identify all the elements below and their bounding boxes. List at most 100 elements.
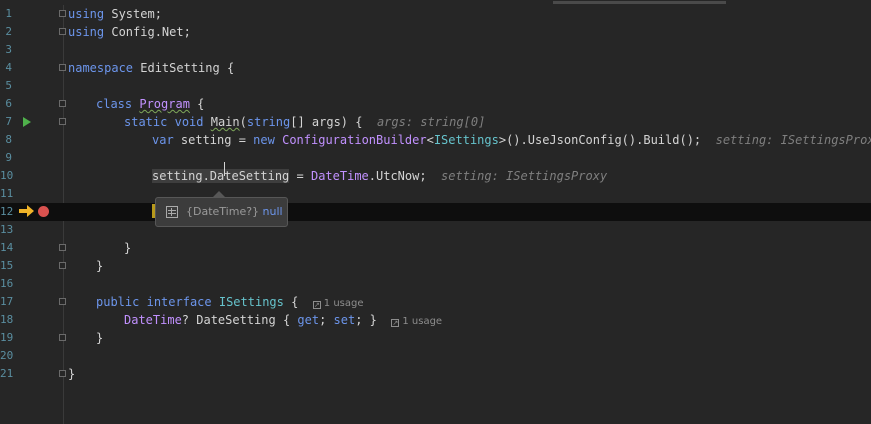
- fold-marker-icon[interactable]: [59, 244, 66, 251]
- keyword: using: [68, 25, 105, 39]
- keyword: void: [174, 115, 204, 129]
- keyword: class: [96, 97, 133, 111]
- line-number: 7: [5, 115, 12, 128]
- keyword: interface: [146, 295, 212, 309]
- usage-link-icon: ↗: [312, 301, 321, 309]
- code-line-8[interactable]: var setting = new ConfigurationBuilder<I…: [152, 131, 871, 149]
- line-number: 15: [0, 259, 14, 272]
- fold-marker-icon[interactable]: [59, 298, 66, 305]
- code-text: }: [96, 259, 104, 273]
- code-text: <: [426, 133, 434, 147]
- keyword: static: [124, 115, 168, 129]
- fold-marker-icon[interactable]: [59, 100, 66, 107]
- tooltip-value: null: [262, 205, 283, 218]
- breakpoint-icon[interactable]: [38, 206, 49, 217]
- code-text: {: [189, 97, 205, 111]
- code-text: ;: [319, 313, 334, 327]
- code-text: =: [289, 169, 311, 183]
- code-line-17[interactable]: public interface ISettings { ↗ 1 usage: [96, 293, 364, 313]
- usage-link-icon: ↗: [391, 319, 400, 327]
- code-line-4[interactable]: namespace EditSetting {: [68, 59, 234, 77]
- line-number: 8: [5, 133, 12, 146]
- fold-marker-icon[interactable]: [59, 334, 66, 341]
- inlay-hint: setting: ISettingsProxy: [715, 133, 871, 147]
- code-line-14[interactable]: }: [124, 239, 131, 257]
- table-icon[interactable]: [166, 206, 178, 218]
- fold-marker-icon[interactable]: [59, 64, 66, 71]
- line-number: 19: [0, 331, 14, 344]
- execution-arrow-icon: [19, 205, 34, 217]
- fold-marker-icon[interactable]: [59, 262, 66, 269]
- type-name[interactable]: DateTime: [124, 313, 182, 327]
- usage-hint[interactable]: ↗ 1 usage: [391, 316, 442, 327]
- usage-count: 1 usage: [402, 316, 443, 327]
- line-number: 3: [5, 43, 12, 56]
- type-name[interactable]: DateTime: [311, 169, 369, 183]
- interface-name[interactable]: ISettings: [219, 295, 284, 309]
- keyword: get: [297, 313, 320, 327]
- keyword: namespace: [68, 61, 134, 75]
- inlay-hint: args: string[0]: [376, 115, 486, 129]
- keyword: set: [333, 313, 356, 327]
- line-number: 14: [0, 241, 14, 254]
- usage-count: 1 usage: [323, 298, 364, 309]
- code-line-10[interactable]: setting.DateSetting = DateTime.UtcNow; s…: [152, 167, 607, 185]
- fold-marker-icon[interactable]: [59, 28, 66, 35]
- class-name[interactable]: ConfigurationBuilder: [282, 133, 427, 147]
- line-number: 9: [5, 151, 12, 164]
- line-number: 18: [0, 313, 14, 326]
- run-gutter-icon[interactable]: [23, 117, 31, 127]
- keyword: new: [253, 133, 275, 147]
- line-number: 11: [0, 187, 14, 200]
- line-number: 17: [0, 295, 14, 308]
- tooltip-type: {DateTime?}: [186, 205, 260, 218]
- class-name[interactable]: Program: [139, 97, 190, 111]
- code-text: setting =: [173, 133, 254, 147]
- scrollbar-thumb[interactable]: [553, 1, 726, 4]
- method-name[interactable]: Main: [211, 115, 240, 129]
- usage-hint[interactable]: ↗ 1 usage: [312, 298, 364, 309]
- fold-marker-icon[interactable]: [59, 118, 66, 125]
- code-text: ? DateSetting {: [181, 313, 298, 327]
- code-text: Config.Net;: [104, 25, 191, 39]
- line-number: 16: [0, 277, 14, 290]
- code-text: (: [239, 115, 247, 129]
- code-text: EditSetting {: [133, 61, 235, 75]
- text-cursor: [224, 162, 225, 176]
- selected-expression[interactable]: setting.DateSetting: [152, 169, 290, 183]
- code-text: ; }: [355, 313, 377, 327]
- tooltip-text: {DateTime?} null: [186, 205, 283, 218]
- line-number: 20: [0, 349, 14, 362]
- code-line-2[interactable]: using Config.Net;: [68, 23, 191, 41]
- code-line-6[interactable]: class Program {: [96, 95, 204, 113]
- code-text: [] args) {: [290, 115, 363, 129]
- keyword: string: [246, 115, 291, 129]
- code-text: .UtcNow;: [368, 169, 427, 183]
- code-line-7[interactable]: static void Main(string[] args) { args: …: [124, 113, 485, 131]
- fold-marker-icon[interactable]: [59, 10, 66, 17]
- code-text: }: [96, 331, 104, 345]
- code-text: }: [124, 241, 132, 255]
- keyword: using: [68, 7, 105, 21]
- fold-marker-icon[interactable]: [59, 370, 66, 377]
- code-line-15[interactable]: }: [96, 257, 103, 275]
- code-line-18[interactable]: DateTime? DateSetting { get; set; } ↗ 1 u…: [124, 311, 442, 331]
- interface-name[interactable]: ISettings: [434, 133, 499, 147]
- code-text: }: [68, 367, 76, 381]
- inlay-hint: setting: ISettingsProxy: [441, 169, 608, 183]
- line-number: 12: [0, 205, 14, 218]
- code-line-21[interactable]: }: [68, 365, 75, 383]
- code-line-1[interactable]: using System;: [68, 5, 162, 23]
- code-text: >().UseJsonConfig().Build();: [498, 133, 702, 147]
- debug-value-tooltip[interactable]: {DateTime?} null: [155, 197, 288, 227]
- code-text: {: [283, 295, 299, 309]
- line-number: 13: [0, 223, 14, 236]
- code-text: System;: [104, 7, 162, 21]
- code-line-19[interactable]: }: [96, 329, 103, 347]
- line-number: 1: [5, 7, 12, 20]
- line-number: 21: [0, 367, 14, 380]
